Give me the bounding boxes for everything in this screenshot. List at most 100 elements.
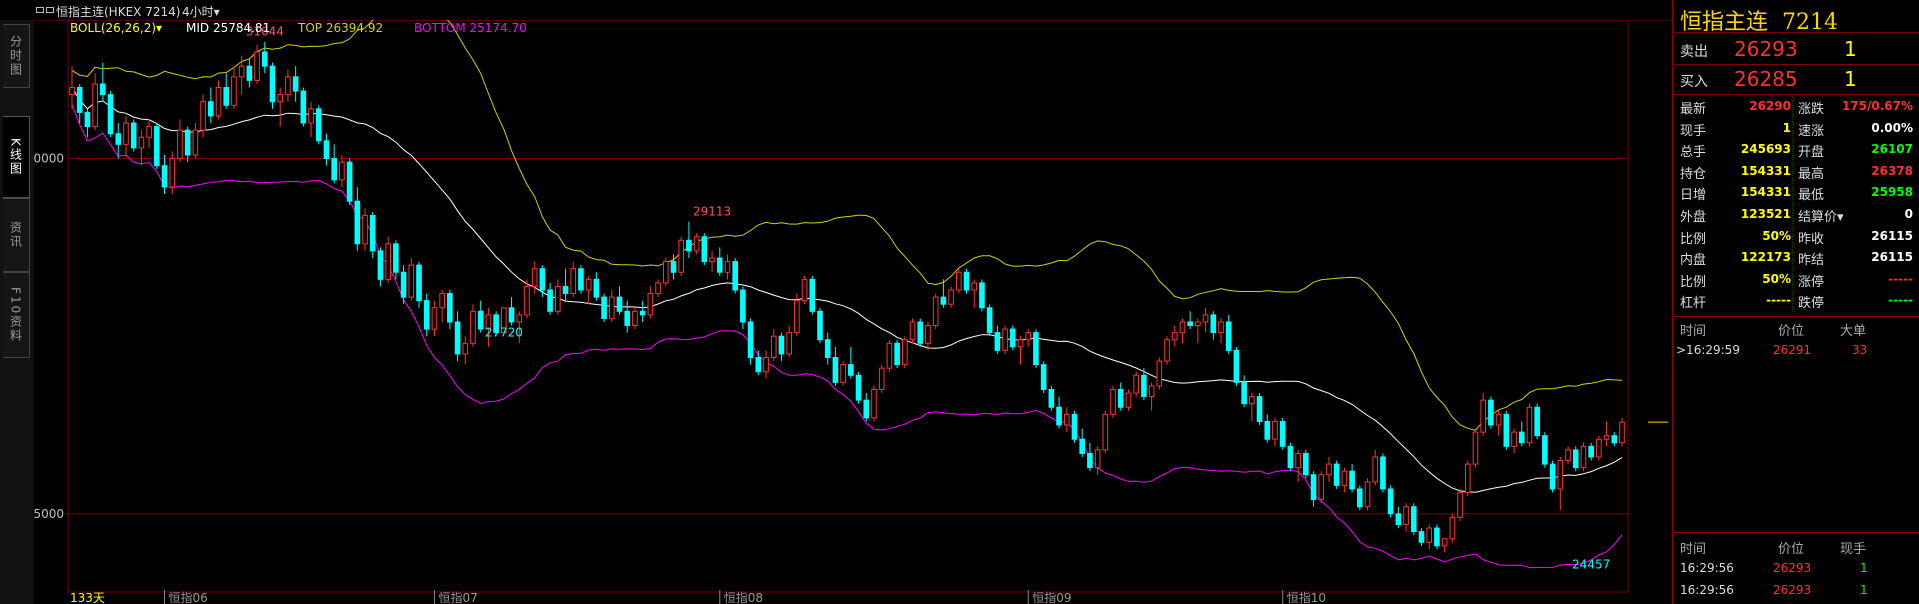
kline-chart[interactable]: 3000025000恒指06恒指07恒指08恒指09恒指10133天316442…: [34, 20, 1672, 604]
candle-body[interactable]: [1256, 396, 1263, 422]
candle-body[interactable]: [647, 293, 654, 316]
candle-body[interactable]: [1426, 527, 1433, 543]
candle-body[interactable]: [1395, 513, 1402, 525]
candle-body[interactable]: [308, 108, 314, 124]
candle-body[interactable]: [1233, 349, 1240, 383]
candle-body[interactable]: [1102, 413, 1109, 451]
candle-body[interactable]: [863, 399, 870, 419]
candle-body[interactable]: [639, 310, 646, 316]
candle-body[interactable]: [123, 122, 129, 145]
candle-body[interactable]: [1356, 488, 1363, 508]
candle-body[interactable]: [1318, 474, 1325, 501]
candle-body[interactable]: [1079, 438, 1086, 454]
candle-body[interactable]: [1179, 321, 1186, 334]
candle-body[interactable]: [1171, 332, 1178, 341]
candle-body[interactable]: [69, 87, 75, 96]
candle-body[interactable]: [986, 307, 993, 334]
candle-body[interactable]: [146, 126, 152, 138]
candle-body[interactable]: [315, 108, 322, 142]
candle-body[interactable]: [300, 90, 307, 124]
candle-body[interactable]: [1133, 374, 1139, 394]
candle-body[interactable]: [207, 101, 214, 117]
candle-body[interactable]: [1580, 445, 1587, 469]
candle-body[interactable]: [562, 285, 569, 295]
candle-body[interactable]: [223, 87, 230, 106]
candle-body[interactable]: [547, 289, 553, 312]
candle-body[interactable]: [716, 257, 723, 273]
candle-body[interactable]: [855, 374, 862, 401]
candle-body[interactable]: [254, 51, 260, 81]
candle-body[interactable]: [1272, 420, 1278, 440]
candle-body[interactable]: [1040, 364, 1047, 390]
candle-body[interactable]: [670, 261, 677, 273]
candle-body[interactable]: [886, 342, 893, 369]
candle-body[interactable]: [269, 65, 276, 103]
tab-kline[interactable]: K线图: [3, 116, 30, 198]
candle-body[interactable]: [1588, 445, 1594, 458]
candle-body[interactable]: [508, 307, 515, 323]
candle-body[interactable]: [1518, 431, 1525, 444]
kline-chart-svg[interactable]: 3000025000恒指06恒指07恒指08恒指09恒指10133天316442…: [34, 20, 1672, 604]
candle-body[interactable]: [1557, 460, 1564, 490]
candle-body[interactable]: [323, 140, 330, 160]
candle-body[interactable]: [1009, 328, 1016, 348]
candle-body[interactable]: [362, 214, 368, 245]
candle-body[interactable]: [824, 339, 831, 359]
candle-body[interactable]: [292, 76, 299, 92]
candle-body[interactable]: [1349, 470, 1355, 490]
candle-body[interactable]: [1202, 314, 1209, 323]
candle-body[interactable]: [555, 285, 561, 312]
candle-body[interactable]: [1565, 449, 1571, 462]
candle-body[interactable]: [1033, 332, 1039, 366]
candle-body[interactable]: [1619, 421, 1625, 444]
candle-body[interactable]: [516, 314, 523, 323]
candle-body[interactable]: [1488, 399, 1494, 426]
candle-body[interactable]: [462, 342, 469, 355]
tab-news[interactable]: 资讯: [3, 198, 30, 272]
candle-body[interactable]: [369, 214, 376, 252]
candle-body[interactable]: [1125, 392, 1132, 408]
candle-body[interactable]: [1017, 339, 1024, 348]
candle-body[interactable]: [1218, 321, 1224, 334]
candle-body[interactable]: [477, 310, 484, 330]
candle-body[interactable]: [1295, 452, 1301, 469]
candle-body[interactable]: [231, 76, 237, 106]
candle-body[interactable]: [1464, 463, 1471, 494]
buy-row[interactable]: 买入 26285 1: [1674, 66, 1919, 92]
candle-body[interactable]: [1549, 463, 1556, 490]
tab-intraday[interactable]: 分时图: [3, 24, 30, 88]
candle-body[interactable]: [662, 261, 669, 284]
candle-body[interactable]: [1333, 463, 1340, 486]
candle-body[interactable]: [1056, 406, 1062, 426]
candle-body[interactable]: [1441, 538, 1448, 547]
candle-body[interactable]: [1572, 449, 1579, 469]
candle-body[interactable]: [1364, 481, 1371, 508]
candle-body[interactable]: [1264, 420, 1271, 440]
candle-body[interactable]: [1380, 456, 1386, 490]
candle-body[interactable]: [200, 101, 206, 131]
candle-body[interactable]: [431, 307, 438, 330]
candle-body[interactable]: [740, 289, 746, 323]
candle-body[interactable]: [1372, 456, 1379, 483]
candle-body[interactable]: [956, 271, 962, 291]
candle-body[interactable]: [1611, 435, 1618, 444]
candle-body[interactable]: [593, 278, 600, 298]
candle-body[interactable]: [848, 364, 854, 376]
candle-body[interactable]: [770, 335, 777, 359]
candle-body[interactable]: [277, 94, 284, 103]
candle-body[interactable]: [1156, 360, 1163, 387]
candle-body[interactable]: [524, 285, 530, 316]
candle-body[interactable]: [177, 129, 183, 160]
candle-body[interactable]: [1449, 516, 1456, 540]
candle-body[interactable]: [786, 332, 792, 355]
candle-body[interactable]: [1063, 413, 1070, 426]
candle-body[interactable]: [339, 161, 345, 181]
candle-body[interactable]: [1472, 431, 1479, 465]
candle-body[interactable]: [1418, 531, 1425, 543]
candle-body[interactable]: [161, 165, 168, 188]
candle-body[interactable]: [963, 271, 970, 291]
candle-body[interactable]: [778, 335, 785, 355]
tick-row[interactable]: 16:29:56 26293 1: [1674, 580, 1919, 600]
candle-body[interactable]: [1603, 435, 1610, 440]
candle-body[interactable]: [470, 310, 476, 344]
